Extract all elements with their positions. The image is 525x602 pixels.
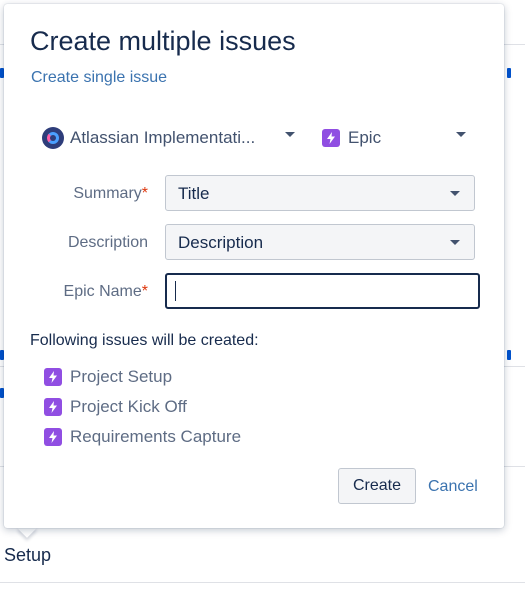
chevron-down-icon bbox=[450, 191, 460, 196]
background-setup-label[interactable]: Setup bbox=[4, 545, 51, 566]
background-divider bbox=[0, 582, 525, 583]
text-caret bbox=[175, 281, 176, 301]
summary-label: Summary* bbox=[73, 185, 148, 202]
cancel-link[interactable]: Cancel bbox=[428, 478, 478, 496]
issue-name: Project Kick Off bbox=[70, 397, 187, 416]
following-issues-text: Following issues will be created: bbox=[30, 332, 259, 349]
epic-icon bbox=[322, 129, 340, 147]
dialog-title: Create multiple issues bbox=[30, 26, 296, 56]
issue-name: Requirements Capture bbox=[70, 427, 242, 446]
epic-icon bbox=[44, 368, 62, 386]
background-marker bbox=[507, 68, 511, 78]
description-label: Description bbox=[67, 234, 148, 251]
epic-name-row: Epic Name* bbox=[4, 273, 504, 311]
list-item: Project Setup bbox=[44, 362, 241, 392]
description-select[interactable]: Description bbox=[165, 224, 475, 260]
create-button[interactable]: Create bbox=[338, 468, 416, 504]
summary-row: Summary* Title bbox=[4, 175, 504, 213]
issue-type-picker[interactable]: Epic bbox=[322, 124, 468, 152]
list-item: Requirements Capture bbox=[44, 422, 241, 452]
project-name: Atlassian Implementati... bbox=[70, 128, 256, 147]
chevron-down-icon bbox=[285, 132, 295, 137]
epic-name-input[interactable] bbox=[165, 273, 480, 309]
description-row: Description Description bbox=[4, 224, 504, 262]
chevron-down-icon bbox=[450, 240, 460, 245]
create-multiple-issues-dialog: Create multiple issues Create single iss… bbox=[4, 4, 504, 528]
create-single-issue-link[interactable]: Create single issue bbox=[31, 69, 167, 87]
summary-select[interactable]: Title bbox=[165, 175, 475, 211]
chevron-down-icon bbox=[456, 132, 466, 137]
issue-name: Project Setup bbox=[70, 367, 173, 386]
issue-type-name: Epic bbox=[348, 128, 382, 147]
list-item: Project Kick Off bbox=[44, 392, 241, 422]
project-avatar-icon bbox=[42, 127, 64, 149]
issue-list: Project Setup Project Kick Off Requireme… bbox=[44, 362, 241, 452]
project-picker[interactable]: Atlassian Implementati... bbox=[42, 124, 304, 152]
epic-name-label: Epic Name* bbox=[63, 283, 148, 300]
background-marker bbox=[507, 350, 511, 360]
epic-icon bbox=[44, 428, 62, 446]
epic-icon bbox=[44, 398, 62, 416]
